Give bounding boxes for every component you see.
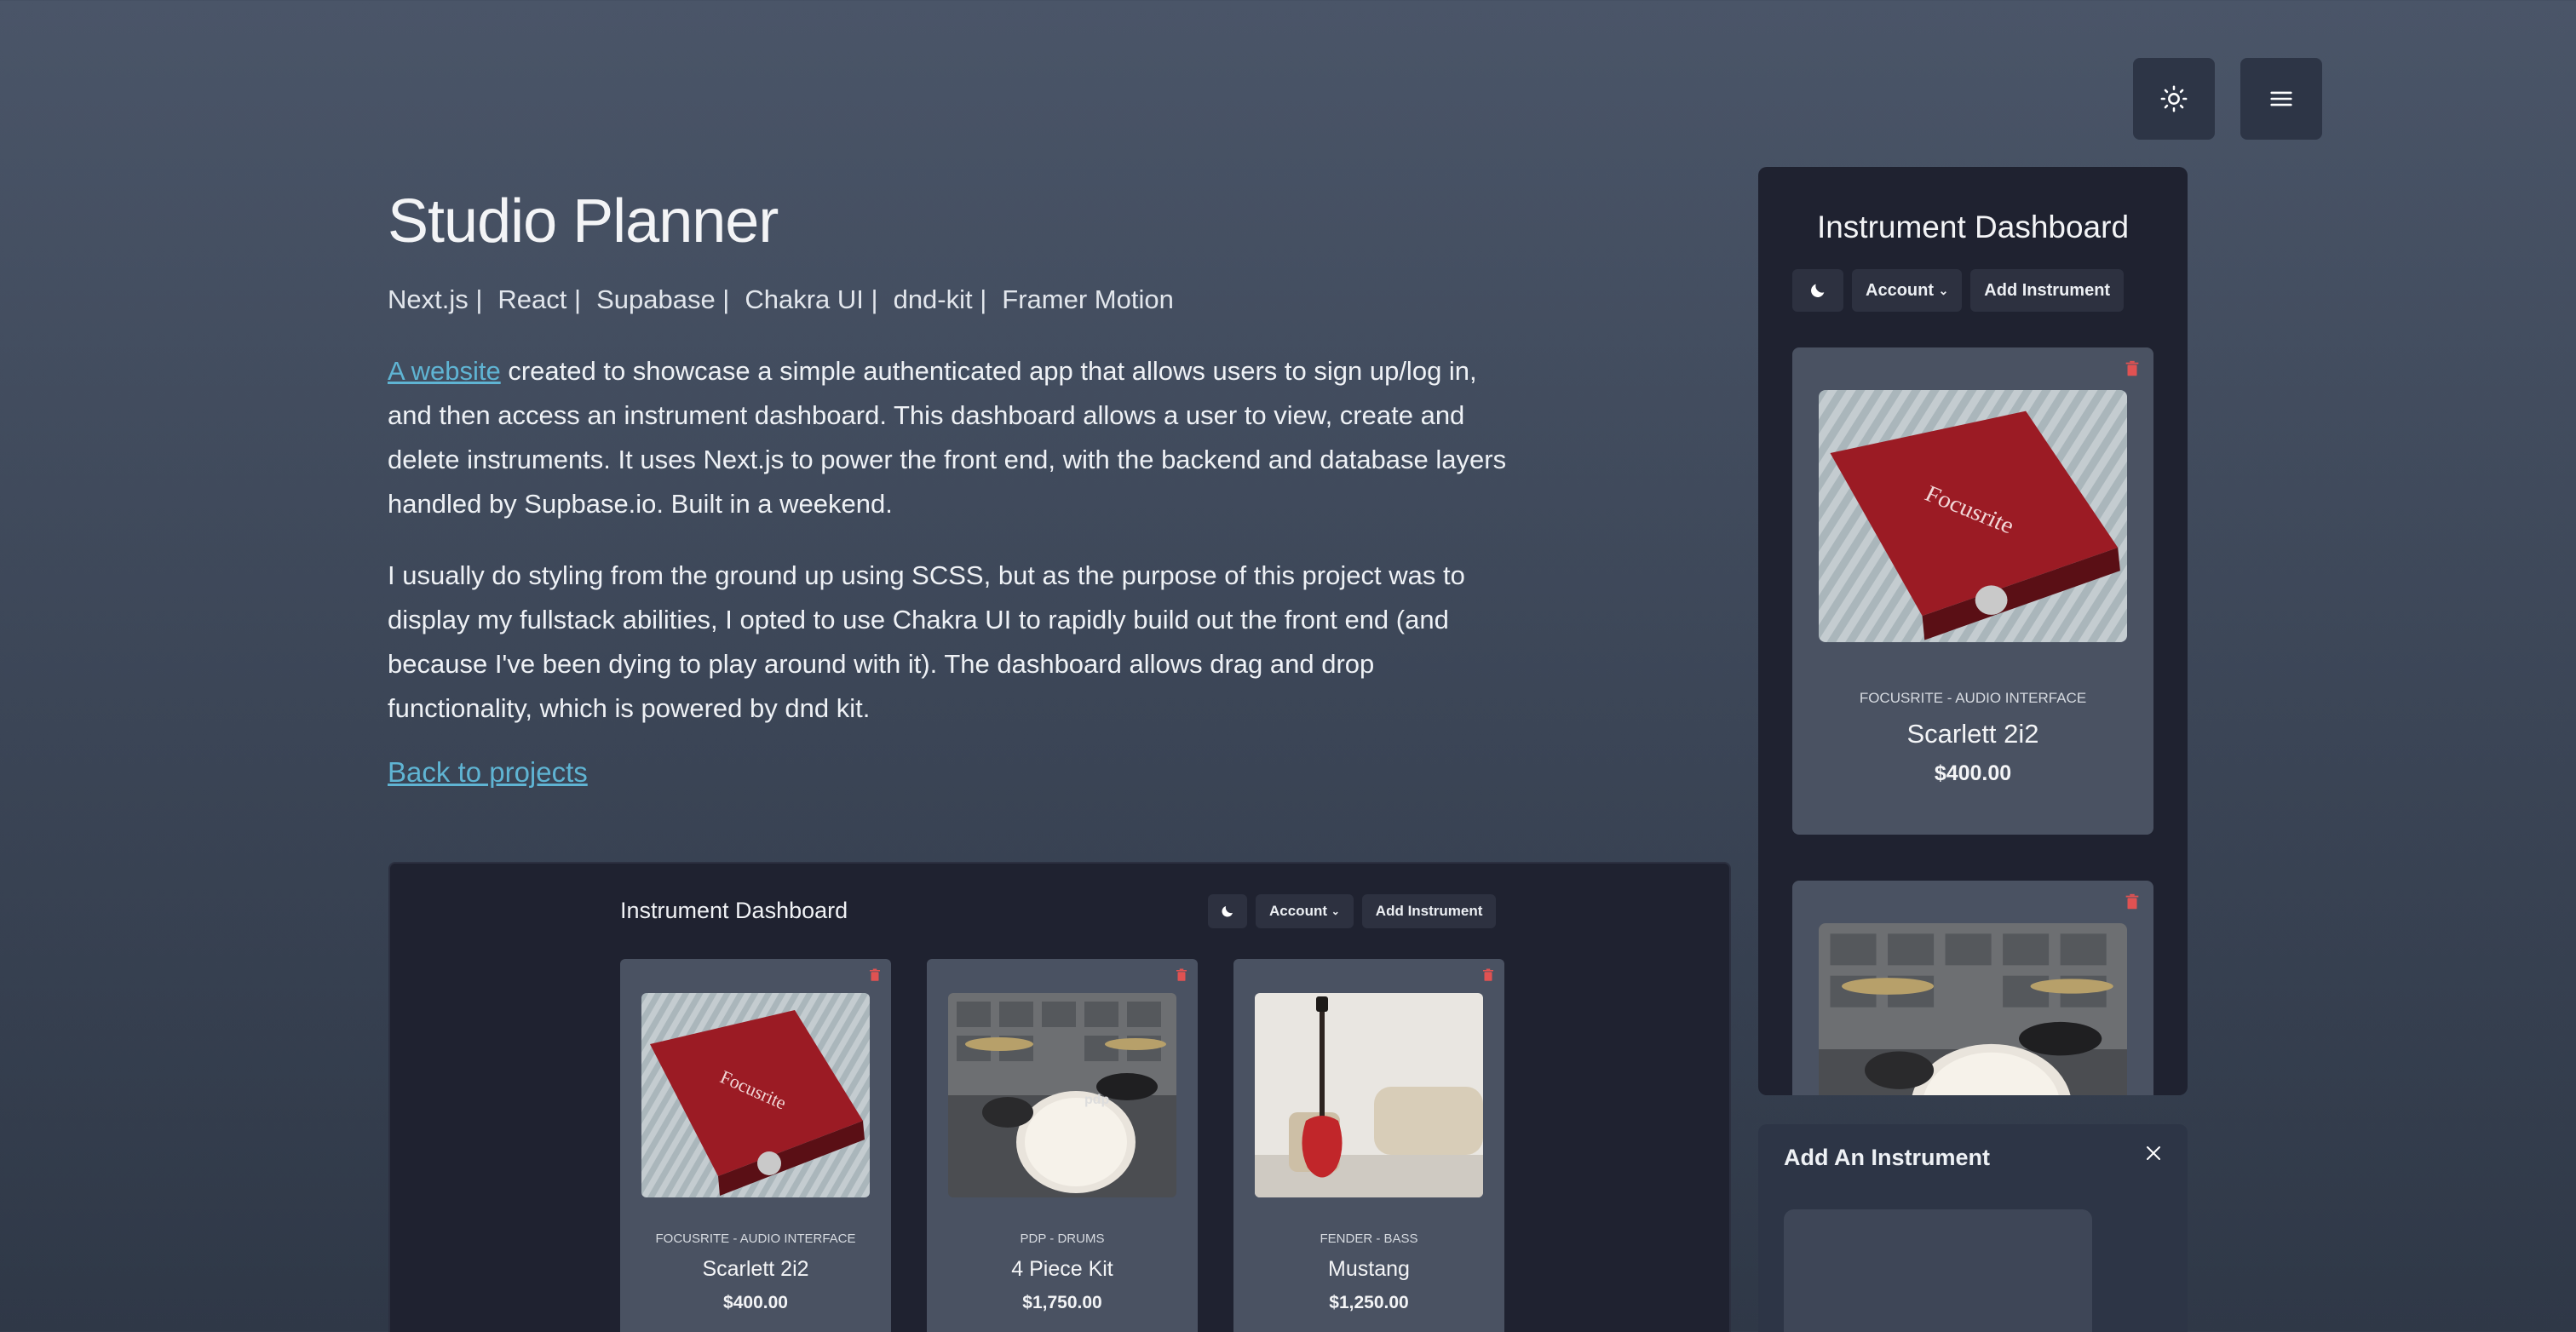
trash-icon[interactable]: [1481, 967, 1496, 983]
drum-kit-image: pdp: [948, 993, 1176, 1197]
description-text: created to showcase a simple authenticat…: [388, 356, 1507, 519]
card-price: $1,750.00: [1022, 1293, 1102, 1312]
close-icon[interactable]: [2143, 1143, 2164, 1163]
focusrite-image: Focusrite: [1819, 390, 2127, 642]
theme-toggle-button[interactable]: [2133, 58, 2215, 140]
card-brand: FOCUSRITE - AUDIO INTERFACE: [1859, 690, 2087, 706]
side-dashboard-title: Instrument Dashboard: [1816, 210, 2130, 244]
card-name: Scarlett 2i2: [702, 1257, 809, 1281]
card-name: 4 Piece Kit: [1011, 1257, 1113, 1281]
trash-icon[interactable]: [2123, 359, 2142, 378]
tech-stack: Next.js | React | Supabase | Chakra UI |…: [388, 284, 1512, 315]
image-dropzone[interactable]: [1784, 1209, 2092, 1332]
hamburger-icon: [2270, 91, 2292, 106]
card-price: $400.00: [723, 1293, 788, 1312]
instrument-card[interactable]: Focusrite FOCUSRITE - AUDIO INTERFACE Sc…: [620, 959, 891, 1332]
card-brand: PDP - DRUMS: [1020, 1232, 1105, 1246]
tech-item: Chakra UI |: [745, 284, 878, 314]
drum-kit-image: [1819, 923, 2127, 1095]
dashboard-preview: Instrument Dashboard Account ⌄ Add Instr…: [388, 862, 1731, 1332]
instrument-card[interactable]: Focusrite FOCUSRITE - AUDIO INTERFACE Sc…: [1792, 347, 2153, 835]
modal-title: Add An Instrument: [1784, 1145, 1990, 1170]
trash-icon[interactable]: [2123, 893, 2142, 911]
card-brand: FOCUSRITE - AUDIO INTERFACE: [655, 1232, 856, 1246]
card-price: $400.00: [1934, 761, 2012, 785]
side-dashboard-preview: Instrument Dashboard Account ⌄ Add Instr…: [1758, 167, 2188, 1095]
website-link[interactable]: A website: [388, 356, 501, 386]
back-to-projects-link[interactable]: Back to projects: [388, 756, 588, 789]
chevron-down-icon: ⌄: [1331, 905, 1340, 917]
description-paragraph-1: A website created to showcase a simple a…: [388, 349, 1512, 526]
moon-icon: [1222, 906, 1233, 917]
add-instrument-button[interactable]: Add Instrument: [1970, 269, 2125, 312]
card-name: Scarlett 2i2: [1906, 719, 2039, 749]
preview-toolbar: Account ⌄ Add Instrument: [1208, 894, 1497, 928]
sun-icon: [2160, 85, 2188, 112]
instrument-card[interactable]: FENDER - BASS Mustang $1,250.00: [1233, 959, 1504, 1332]
project-content: Studio Planner Next.js | React | Supabas…: [388, 179, 1512, 789]
instrument-card[interactable]: pdp PDP - DRUMS 4 Piece Kit $1,750.00: [927, 959, 1198, 1332]
card-name: Mustang: [1328, 1257, 1410, 1281]
add-instrument-modal: Add An Instrument: [1758, 1124, 2188, 1332]
menu-button[interactable]: [2240, 58, 2322, 140]
page-title: Studio Planner: [388, 187, 779, 255]
instrument-card[interactable]: [1792, 881, 2153, 1095]
account-label: Account: [1269, 903, 1327, 919]
bass-guitar-image: [1255, 993, 1483, 1197]
account-label: Account: [1866, 280, 1934, 300]
chevron-down-icon: ⌄: [1938, 283, 1949, 297]
focusrite-image: Focusrite: [641, 993, 870, 1197]
moon-icon: [1811, 284, 1825, 297]
tech-item: dnd-kit |: [893, 284, 987, 314]
card-brand: FENDER - BASS: [1320, 1232, 1418, 1246]
add-instrument-button[interactable]: Add Instrument: [1361, 894, 1497, 928]
preview-title: Instrument Dashboard: [620, 898, 848, 923]
trash-icon[interactable]: [1174, 967, 1189, 983]
tech-item: Framer Motion: [1002, 284, 1174, 314]
account-menu-button[interactable]: Account ⌄: [1256, 894, 1354, 928]
side-toolbar: Account ⌄ Add Instrument: [1792, 269, 2125, 312]
dark-mode-button[interactable]: [1208, 894, 1247, 928]
svg-text:pdp: pdp: [1084, 1093, 1110, 1107]
trash-icon[interactable]: [867, 967, 883, 983]
dark-mode-button[interactable]: [1792, 269, 1843, 312]
description-paragraph-2: I usually do styling from the ground up …: [388, 560, 1465, 723]
tech-item: React |: [497, 284, 582, 314]
tech-item: Supabase |: [596, 284, 730, 314]
tech-item: Next.js |: [388, 284, 483, 314]
card-price: $1,250.00: [1329, 1293, 1409, 1312]
account-menu-button[interactable]: Account ⌄: [1852, 269, 1963, 312]
